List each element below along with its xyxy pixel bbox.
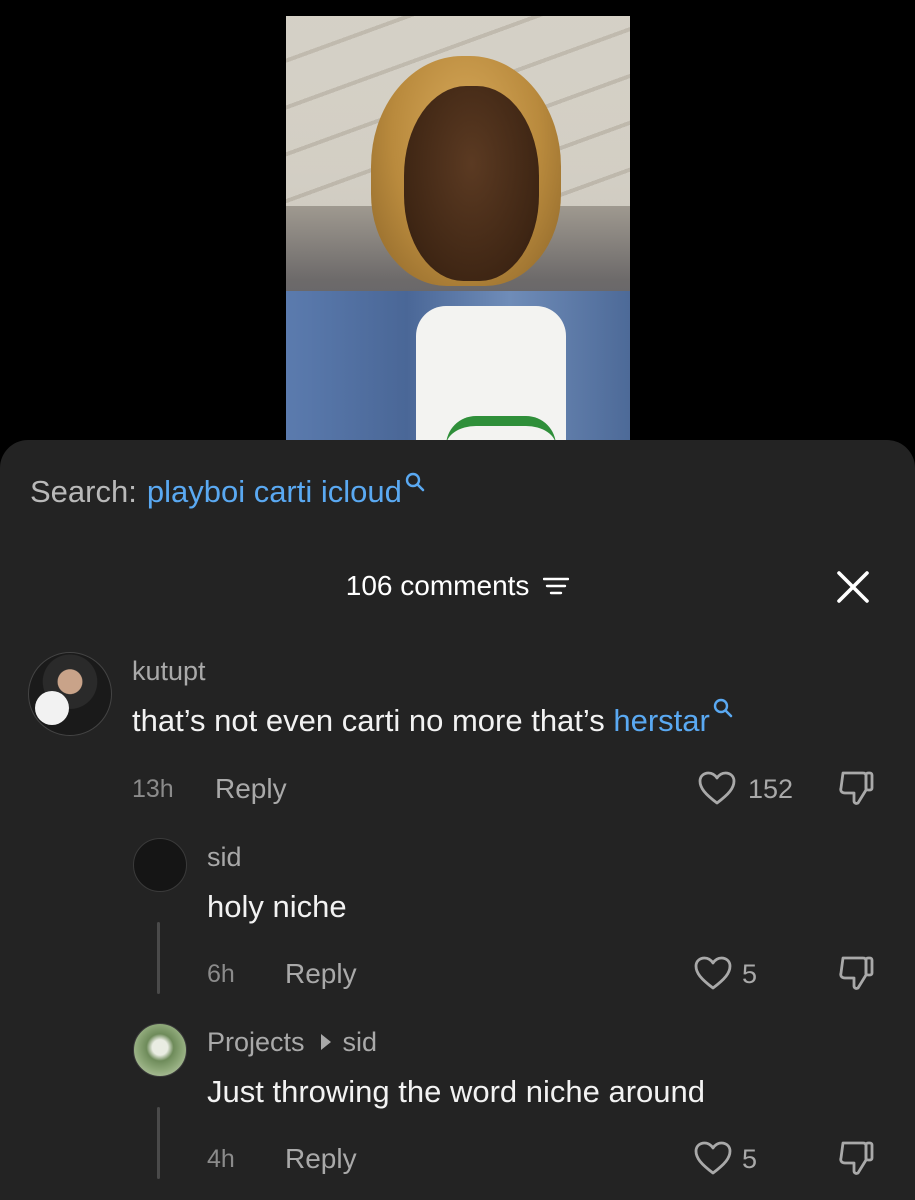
comment-username[interactable]: kutupt: [132, 656, 206, 687]
comment-username[interactable]: sid: [207, 842, 242, 873]
comment-username[interactable]: Projects: [207, 1027, 305, 1057]
search-icon: [713, 698, 733, 718]
like-count: 5: [742, 1144, 758, 1174]
comments-count: 106 comments: [345, 569, 530, 601]
reply-to-arrow-icon: [320, 1033, 331, 1050]
avatar-dog: [35, 691, 69, 725]
comment-text-plain: that’s not even carti no more that’s: [132, 703, 614, 738]
comment-time: 6h: [207, 960, 235, 988]
search-suggestion[interactable]: Search: playboi carti icloud: [30, 472, 426, 510]
search-term-link[interactable]: playboi carti icloud: [147, 474, 402, 510]
video-face: [404, 86, 539, 281]
reply-button[interactable]: Reply: [285, 958, 357, 990]
comment-text: holy niche: [207, 889, 347, 924]
heart-icon[interactable]: [693, 1140, 733, 1176]
comments-sheet: Search: playboi carti icloud 106 comment…: [0, 440, 915, 1200]
comment-time: 4h: [207, 1145, 235, 1173]
avatar[interactable]: [28, 652, 112, 736]
reply-button[interactable]: Reply: [285, 1143, 357, 1175]
thread-line: [157, 922, 160, 994]
like-count: 152: [748, 774, 794, 804]
comment-text: Just throwing the word niche around: [207, 1074, 706, 1109]
thumbs-down-icon[interactable]: [836, 768, 876, 808]
search-icon: [405, 472, 425, 492]
avatar[interactable]: [133, 1023, 187, 1077]
video-preview[interactable]: [286, 16, 630, 456]
thumbs-down-icon[interactable]: [836, 953, 876, 993]
heart-icon[interactable]: [697, 770, 737, 806]
thread-line: [157, 1107, 160, 1179]
comment-time: 13h: [132, 775, 174, 803]
thumbs-down-icon[interactable]: [836, 1138, 876, 1178]
reply-to-username[interactable]: sid: [343, 1027, 378, 1057]
avatar[interactable]: [133, 838, 187, 892]
comment-username-row: Projects sid: [207, 1027, 377, 1058]
comments-header: 106 comments: [0, 568, 915, 602]
comment-text: that’s not even carti no more that’s her…: [132, 698, 734, 739]
filter-icon[interactable]: [543, 575, 570, 597]
comment-search-link[interactable]: herstar: [613, 703, 709, 738]
reply-button[interactable]: Reply: [215, 773, 287, 805]
search-prefix: Search:: [30, 474, 137, 509]
close-icon[interactable]: [834, 568, 872, 606]
like-count: 5: [742, 959, 758, 989]
heart-icon[interactable]: [693, 955, 733, 991]
